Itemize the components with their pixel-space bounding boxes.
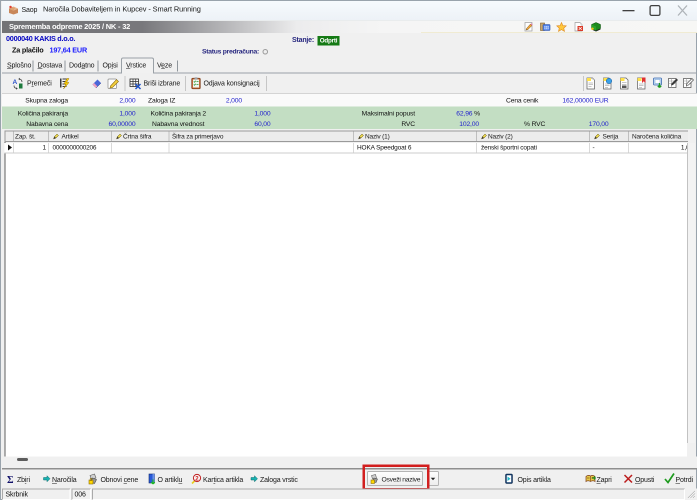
svg-text:A: A xyxy=(13,79,18,86)
svg-text:Σ: Σ xyxy=(7,475,14,486)
